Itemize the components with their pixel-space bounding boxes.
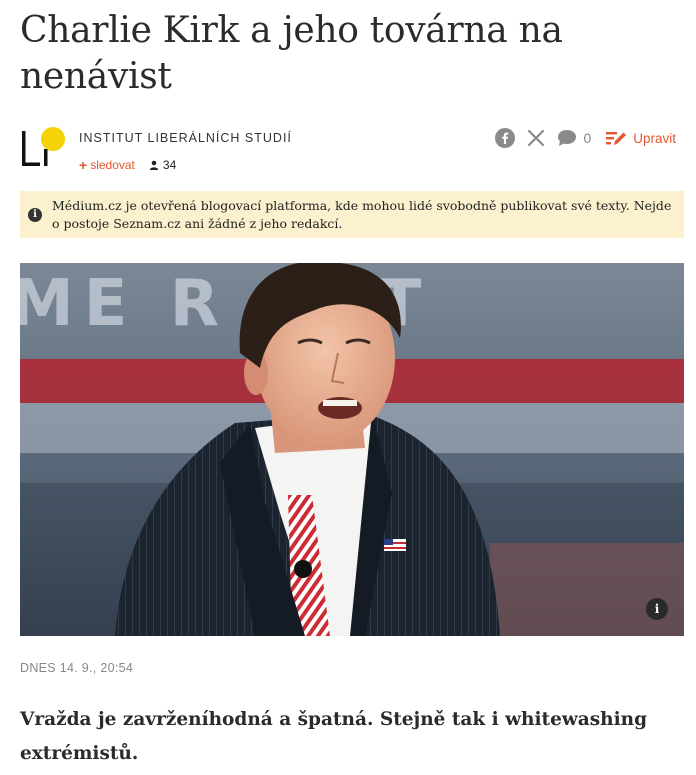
followers-count: 34 [149,158,176,172]
hero-image: ME R ACT i [20,263,684,636]
author-logo[interactable] [20,126,68,170]
comment-count: 0 [583,130,592,146]
hero-photo: ME R ACT [20,263,684,636]
image-info-button[interactable]: i [646,598,668,620]
edit-pen-icon [606,132,627,145]
comment-icon[interactable]: 0 [557,129,591,147]
plus-icon: + [79,157,88,173]
article-title: Charlie Kirk a jeho továrna na nenávist [20,10,563,97]
person-icon [149,160,159,170]
info-icon: i [28,207,42,222]
author-name[interactable]: INSTITUT LIBERÁLNÍCH STUDIÍ [79,131,292,145]
author-logo-graphic [22,127,65,166]
edit-button[interactable]: Upravit [605,129,676,147]
publish-date: DNES 14. 9., 20:54 [20,661,134,675]
follow-label: sledovat [90,158,135,172]
share-bar: 0 Upravit [483,126,676,150]
follow-button[interactable]: + sledovat [79,157,135,173]
followers-value: 34 [162,158,177,172]
x-icon[interactable] [527,129,545,147]
author-meta: + sledovat 34 [79,157,176,173]
notice-text: Médium.cz je otevřená blogovací platform… [52,197,672,231]
article-lead: Vražda je zavrženíhodná a špatná. Stejně… [20,709,648,764]
edit-label: Upravit [633,130,676,146]
platform-notice: i Médium.cz je otevřená blogovací platfo… [20,191,684,238]
facebook-icon[interactable] [495,128,516,148]
